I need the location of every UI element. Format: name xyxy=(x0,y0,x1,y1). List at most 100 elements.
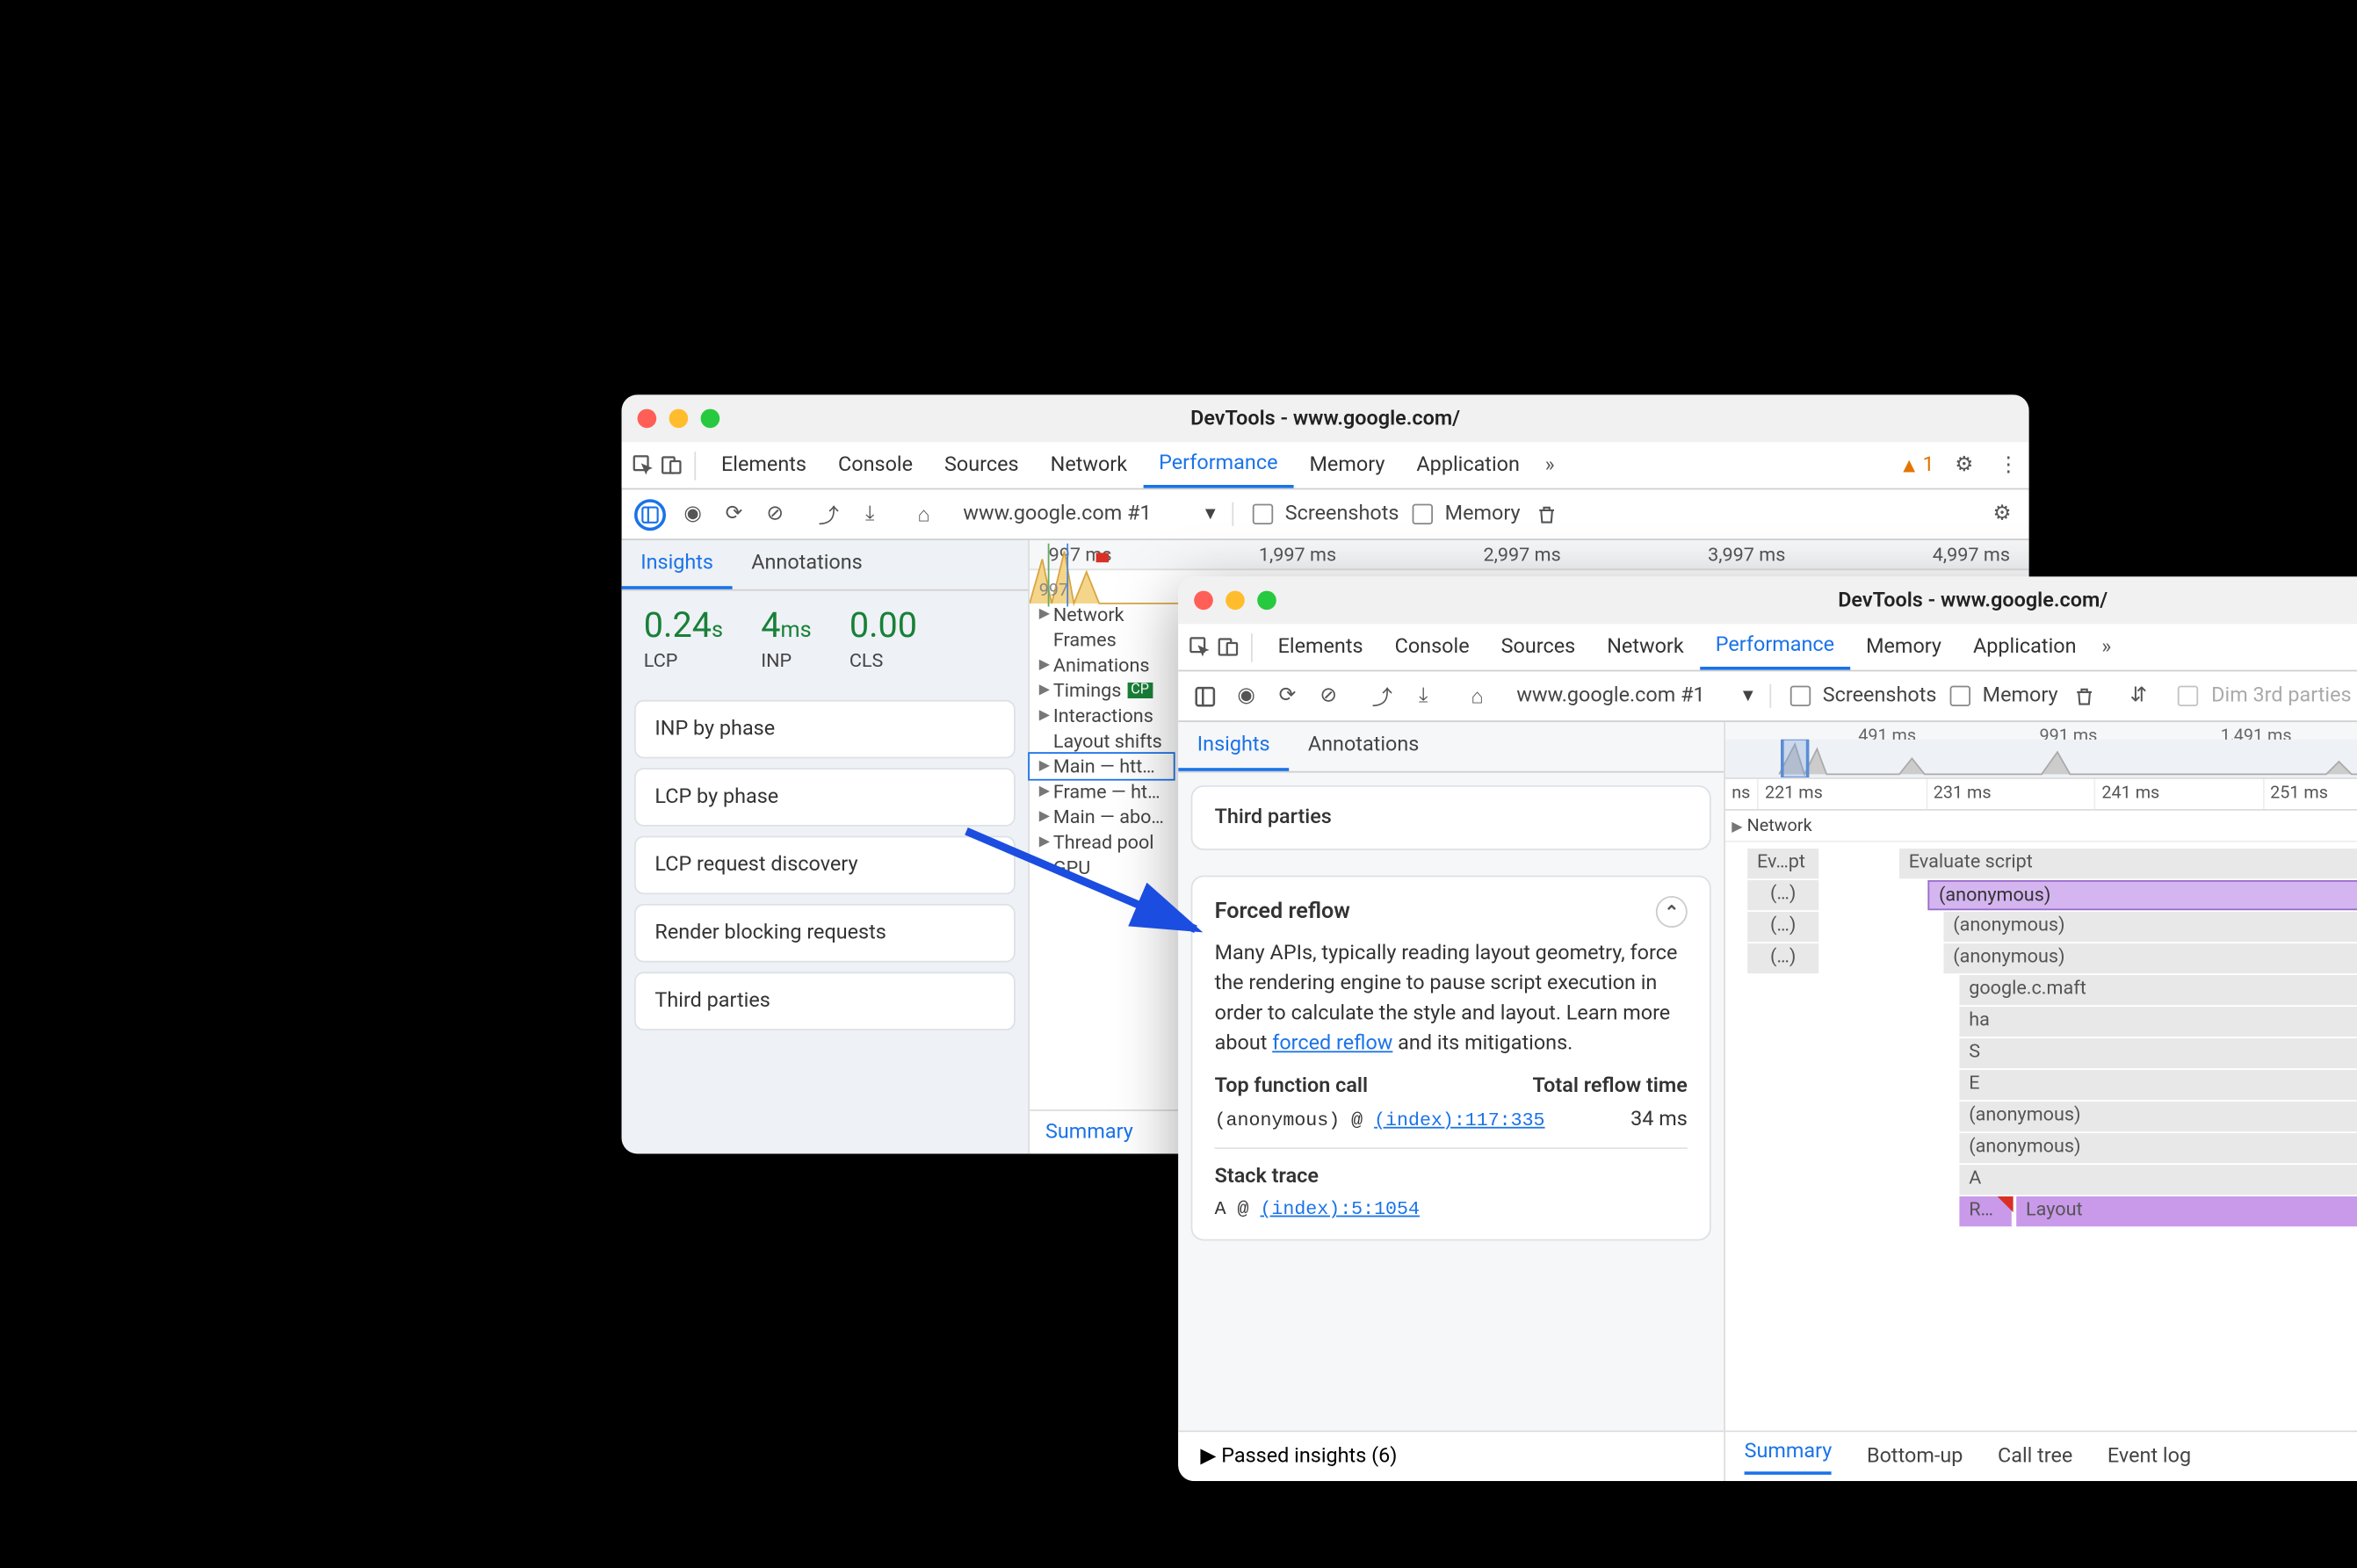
fn-link[interactable]: (index):117:335 xyxy=(1374,1109,1544,1131)
third-parties-card[interactable]: Third parties xyxy=(1191,785,1711,850)
track-network[interactable]: ▶Network xyxy=(1030,602,1174,627)
dim-checkbox[interactable] xyxy=(2178,686,2198,706)
device-icon[interactable] xyxy=(656,451,684,479)
screenshots-checkbox[interactable] xyxy=(1789,686,1810,706)
subtab-insights[interactable]: Insights xyxy=(622,540,733,589)
tab-console[interactable]: Console xyxy=(1379,625,1486,668)
titlebar[interactable]: DevTools - www.google.com/ xyxy=(622,394,2029,442)
warning-badge[interactable]: ▲ 1 xyxy=(1899,452,1934,478)
tab-performance[interactable]: Performance xyxy=(1143,442,1293,488)
memory-checkbox[interactable] xyxy=(1949,686,1970,706)
tab-memory[interactable]: Memory xyxy=(1293,444,1400,487)
tab-elements[interactable]: Elements xyxy=(1262,625,1379,668)
flame-anon[interactable]: (anonymous) xyxy=(1959,1133,2357,1163)
track-layout-shifts[interactable]: ▶Layout shifts xyxy=(1030,728,1174,754)
flame-s[interactable]: S xyxy=(1959,1038,2357,1068)
insight-card[interactable]: Third parties xyxy=(634,972,1016,1030)
home-icon[interactable]: ⌂ xyxy=(909,500,937,528)
reload-icon[interactable]: ⟳ xyxy=(1273,682,1301,710)
home-icon[interactable]: ⌂ xyxy=(1463,682,1491,710)
forced-reflow-link[interactable]: forced reflow xyxy=(1272,1031,1392,1055)
inspect-icon[interactable] xyxy=(628,451,656,479)
toggle-panel-icon[interactable] xyxy=(634,498,666,530)
subtab-insights[interactable]: Insights xyxy=(1178,722,1289,771)
flame-maft[interactable]: google.c.maft xyxy=(1959,975,2357,1005)
track-timings[interactable]: ▶TimingsCP xyxy=(1030,678,1174,704)
clear-icon[interactable]: ⊘ xyxy=(761,500,789,528)
time-ruler[interactable]: ns 221 ms 231 ms 241 ms 251 ms 261 ms 27… xyxy=(1725,779,2357,811)
flame-anon[interactable]: (anonymous) xyxy=(1943,912,2357,942)
tab-memory[interactable]: Memory xyxy=(1850,625,1957,668)
tab-sources[interactable]: Sources xyxy=(1486,625,1592,668)
metric-cls[interactable]: 0.00CLS xyxy=(850,607,917,672)
flame-anon[interactable]: (anonymous) xyxy=(1943,943,2357,973)
kebab-icon[interactable]: ⋮ xyxy=(1994,451,2022,479)
tick: 221 ms xyxy=(1757,779,1926,809)
download-icon[interactable]: ⤓ xyxy=(1409,682,1437,710)
flame-dots[interactable]: (…) xyxy=(1747,880,1820,910)
trash-icon[interactable] xyxy=(1533,500,1561,528)
tab-sources[interactable]: Sources xyxy=(929,444,1035,487)
gear-icon[interactable]: ⚙ xyxy=(1988,500,2016,528)
subtab-annotations[interactable]: Annotations xyxy=(1289,722,1438,771)
metric-inp[interactable]: 4msINP xyxy=(761,607,811,672)
titlebar[interactable]: DevTools - www.google.com/ xyxy=(1178,576,2357,624)
tab-network[interactable]: Network xyxy=(1035,444,1143,487)
subtab-annotations[interactable]: Annotations xyxy=(733,540,882,589)
track-frames[interactable]: ▶Frames xyxy=(1030,627,1174,653)
screenshots-checkbox[interactable] xyxy=(1252,504,1272,524)
stack-link[interactable]: (index):5:1054 xyxy=(1260,1198,1419,1220)
foot-calltree[interactable]: Call tree xyxy=(1998,1445,2072,1469)
track-interactions[interactable]: ▶Interactions xyxy=(1030,703,1174,728)
toggle-panel-icon[interactable] xyxy=(1191,682,1219,710)
record-icon[interactable]: ◉ xyxy=(1232,682,1260,710)
clear-icon[interactable]: ⊘ xyxy=(1314,682,1342,710)
flame-chart[interactable]: Ev…pt (…) (…) (…) Evaluate script (anony… xyxy=(1725,842,2357,1431)
memory-checkbox[interactable] xyxy=(1412,504,1432,524)
inspect-icon[interactable] xyxy=(1184,632,1212,661)
download-icon[interactable]: ⤓ xyxy=(856,500,884,528)
flame-dots[interactable]: (…) xyxy=(1747,912,1820,942)
flame-anon[interactable]: (anonymous) xyxy=(1927,880,2357,910)
domain-dropdown[interactable]: www.google.com #1 ▾ xyxy=(1516,684,1770,708)
metric-lcp[interactable]: 0.24sLCP xyxy=(644,607,723,672)
tab-network[interactable]: Network xyxy=(1591,625,1699,668)
flame-e[interactable]: E xyxy=(1959,1070,2357,1100)
flame-layout[interactable]: Layout xyxy=(2016,1196,2357,1226)
flame-evaluate[interactable]: Evaluate script xyxy=(1899,849,2357,878)
tab-application[interactable]: Application xyxy=(1400,444,1536,487)
passed-insights[interactable]: ▶ Passed insights (6) xyxy=(1178,1430,1724,1481)
flame-a[interactable]: A xyxy=(1959,1165,2357,1195)
insight-card[interactable]: INP by phase xyxy=(634,700,1016,759)
tab-elements[interactable]: Elements xyxy=(705,444,822,487)
overview[interactable]: 491 ms 991 ms 1,491 ms 1,991 ms 2,491 ms… xyxy=(1725,722,2357,779)
reload-icon[interactable]: ⟳ xyxy=(719,500,748,528)
foot-eventlog[interactable]: Event log xyxy=(2108,1445,2191,1469)
tab-application[interactable]: Application xyxy=(1957,625,2093,668)
track-main[interactable]: ▶Main — htt… xyxy=(1030,754,1174,779)
flame-dots[interactable]: (…) xyxy=(1747,943,1820,973)
shrink-icon[interactable]: ⇵ xyxy=(2124,682,2152,710)
device-icon[interactable] xyxy=(1213,632,1241,661)
insight-card[interactable]: LCP by phase xyxy=(634,768,1016,827)
network-track[interactable]: ▶ Networkgen_204 (w xyxy=(1725,811,2357,842)
foot-bottomup[interactable]: Bottom-up xyxy=(1867,1445,1963,1469)
flame-ha[interactable]: ha xyxy=(1959,1007,2357,1037)
foot-summary[interactable]: Summary xyxy=(1745,1440,1833,1475)
more-tabs-icon[interactable]: » xyxy=(1536,451,1564,479)
track-frame[interactable]: ▶Frame — ht… xyxy=(1030,779,1174,805)
trash-icon[interactable] xyxy=(2071,682,2099,710)
gear-icon[interactable]: ⚙ xyxy=(1950,451,1978,479)
record-icon[interactable]: ◉ xyxy=(678,500,706,528)
tab-console[interactable]: Console xyxy=(822,444,929,487)
tab-performance[interactable]: Performance xyxy=(1700,624,1850,669)
domain-dropdown[interactable]: www.google.com #1 ▾ xyxy=(963,502,1233,526)
track-animations[interactable]: ▶Animations xyxy=(1030,653,1174,678)
upload-icon[interactable]: ⤴ xyxy=(1368,682,1396,710)
detail-tabs: Summary Bottom-up Call tree Event log xyxy=(1725,1430,2357,1481)
collapse-icon[interactable]: ⌃ xyxy=(1656,896,1688,928)
upload-icon[interactable]: ⤴ xyxy=(814,500,842,528)
more-tabs-icon[interactable]: » xyxy=(2093,632,2121,661)
flame-anon[interactable]: (anonymous) xyxy=(1959,1102,2357,1131)
flame-evpt[interactable]: Ev…pt xyxy=(1747,849,1820,878)
